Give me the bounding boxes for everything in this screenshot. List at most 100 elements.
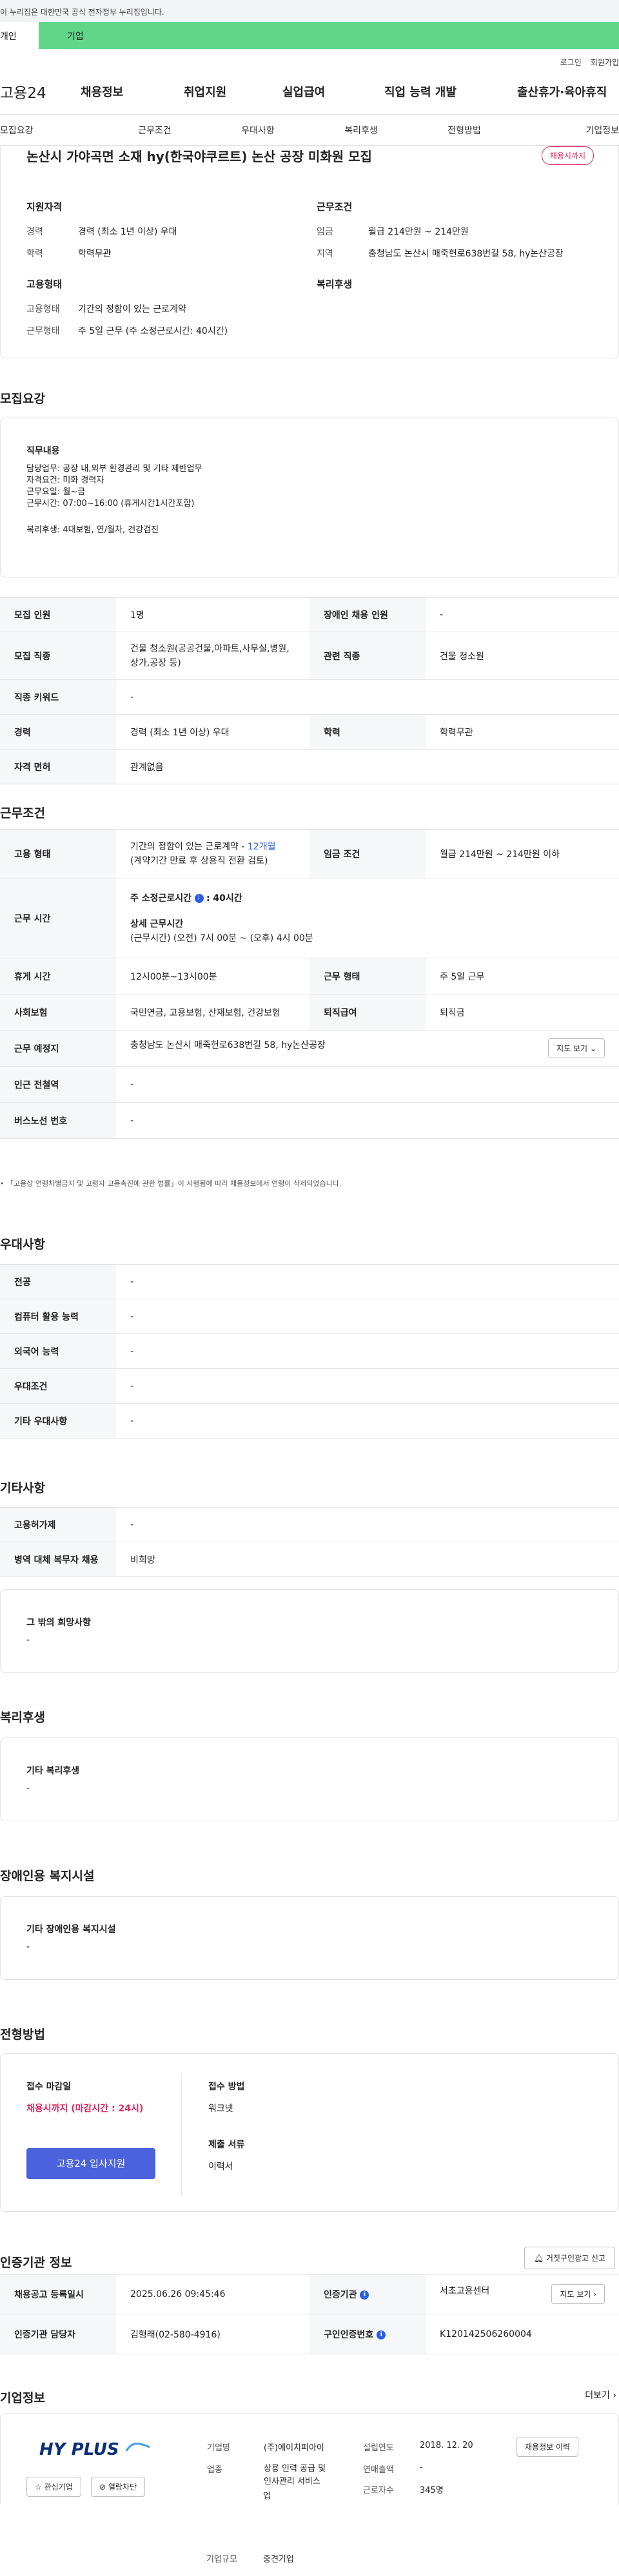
- table-value: -: [116, 1368, 619, 1404]
- map-button[interactable]: 지도 보기 ⌄: [548, 1038, 605, 1058]
- org-map-button[interactable]: 지도 보기 ›: [551, 2284, 605, 2304]
- table-key: 인증기관 i: [310, 2274, 426, 2314]
- table-row: 기타 우대사항 -: [0, 1403, 619, 1438]
- block-button[interactable]: ⊘ 열람차단: [91, 2477, 146, 2497]
- table-row: 근무 시간 주 소정근로시간 i : 40시간 상세 근무시간 (근무시간) (…: [0, 878, 619, 958]
- tab-business[interactable]: 기업: [39, 22, 619, 49]
- work-pref-section: 근무조건 고용 형태 기간의 정함이 있는 근로계약 - 12개월 (계약기간 …: [0, 790, 619, 1473]
- table-value: -: [116, 1403, 619, 1438]
- table-key: 사회보험: [0, 994, 116, 1031]
- welfare-block: 복리후생: [317, 277, 352, 302]
- jobs-history-button[interactable]: 채용정보 이력: [516, 2437, 579, 2457]
- table-row: 모집 인원 1명 장애인 채용 인원 -: [0, 597, 619, 632]
- signup-link[interactable]: 회원가입: [591, 57, 619, 68]
- table-key: 기타 우대사항: [0, 1403, 116, 1438]
- detail-hours-value: (근무시간) (오전) 7시 00분 ~ (오후) 4시 00분: [130, 933, 313, 944]
- table-row: 사회보험 국민연금, 고용보험, 산재보험, 건강보험 퇴직급여 퇴직금: [0, 994, 619, 1031]
- deadline-title: 접수 마감일: [26, 2082, 72, 2092]
- info-icon[interactable]: i: [377, 2330, 386, 2339]
- emp-months: 12개월: [247, 841, 276, 852]
- table-value: 관계없음: [116, 749, 619, 784]
- cert-section-title: 인증기관 정보: [0, 2256, 72, 2270]
- table-value: 경력 (최소 1년 이상) 우대: [116, 714, 310, 750]
- table-value: -: [116, 1507, 619, 1542]
- subnav-screening[interactable]: 전형방법: [413, 124, 516, 137]
- screen-box: 접수 마감일 채용시까지 (마감시간 : 24시) 고용24 입사지원 접수 방…: [0, 2053, 619, 2212]
- work-table: 고용 형태 기간의 정함이 있는 근로계약 - 12개월 (계약기간 만료 후 …: [0, 829, 619, 1139]
- screen-divider: [181, 2073, 182, 2196]
- emp-type-text: 기간의 정함이 있는 근로계약 -: [130, 841, 248, 852]
- job-value-line1: 건물 청소원(공공건물,아파트,사무실,병원,: [130, 643, 290, 654]
- table-value: 주 5일 근무: [426, 958, 619, 994]
- table-row: 근무 예정지 충청남도 논산시 매죽헌로638번길 58, hy논산공장 지도 …: [0, 1030, 619, 1067]
- sales-value: -: [420, 2463, 423, 2472]
- docs-value: 이력서: [208, 2162, 233, 2172]
- site-logo[interactable]: 고용24: [0, 81, 81, 102]
- emp-type-value: 기간의 정함이 있는 근로계약: [78, 304, 186, 315]
- chevron-right-icon: ›: [593, 2290, 596, 2299]
- apply-button[interactable]: 고용24 입사지원: [26, 2148, 155, 2179]
- table-key: 전공: [0, 1264, 116, 1299]
- favorite-button[interactable]: ☆ 관심기업: [26, 2477, 81, 2497]
- table-row: 고용 형태 기간의 정함이 있는 근로계약 - 12개월 (계약기간 만료 후 …: [0, 829, 619, 878]
- tab-personal[interactable]: 개인: [0, 22, 39, 49]
- table-row: 휴게 시간 12시00분~13시00분 근무 형태 주 5일 근무: [0, 958, 619, 994]
- biz-line2: 인사관리 서비스: [264, 2477, 320, 2486]
- cert-num-key: 구인인증번호: [324, 2329, 374, 2340]
- subnav-preference[interactable]: 우대사항: [206, 124, 310, 137]
- etc-section-title: 기타사항: [0, 1481, 45, 1495]
- qual-title: 지원자격: [26, 201, 63, 213]
- section-nav: 모집요강 근무조건 우대사항 복리후생 전형방법 기업정보: [0, 115, 619, 146]
- gnb-item-jobs[interactable]: 채용정보: [81, 83, 184, 100]
- table-key: 장애인 채용 인원: [310, 597, 426, 632]
- table-key: 인근 전철역: [0, 1066, 116, 1103]
- table-value: -: [116, 1264, 619, 1299]
- table-key: 자격 면허: [0, 749, 116, 784]
- table-row: 채용공고 등록일시 2025.06.26 09:45:46 인증기관 i 서초고…: [0, 2274, 619, 2314]
- duty-line: 근무시간: 07:00~16:00 (휴게시간1시간포함): [26, 499, 195, 508]
- detail-hours-label: 상세 근무시간: [130, 918, 184, 929]
- emp-shape-value: 주 5일 근무 (주 소정근로시간: 40시간): [78, 326, 228, 336]
- table-value: 퇴직금: [426, 994, 619, 1031]
- table-key: 근무 시간: [0, 878, 116, 958]
- info-icon[interactable]: i: [194, 893, 204, 903]
- subnav-conditions[interactable]: 근무조건: [103, 124, 206, 137]
- subnav-welfare[interactable]: 복리후생: [310, 124, 413, 137]
- table-row: 인증기관 담당자 김형래(02-580-4916) 구인인증번호 i K1201…: [0, 2314, 619, 2354]
- info-icon[interactable]: i: [360, 2290, 369, 2300]
- welfare-summary-title: 복리후생: [317, 278, 353, 290]
- biz-line3: 업: [263, 2492, 271, 2501]
- gnb-item-leave[interactable]: 출산휴가·육아휴직: [517, 83, 607, 100]
- table-key: 컴퓨터 활용 능력: [0, 1299, 116, 1334]
- table-row: 전공 -: [0, 1264, 619, 1299]
- table-value: 서초고용센터 지도 보기 ›: [426, 2274, 619, 2314]
- table-key: 관련 직종: [310, 632, 426, 680]
- subnav-company[interactable]: 기업정보: [516, 124, 619, 137]
- table-key: 모집 직종: [0, 632, 116, 680]
- util-links: 로그인 회원가입: [0, 49, 619, 68]
- wave-icon: [125, 2443, 150, 2452]
- company-more-label: 더보기: [585, 2390, 610, 2401]
- subnav-recruit[interactable]: 모집요강: [0, 124, 103, 137]
- cond-block: 근무조건 임금 월급 214만원 ~ 214만원 지역 충청남도 논산시 매죽헌로6…: [317, 200, 600, 269]
- gnb-item-employment[interactable]: 취업지원: [184, 83, 282, 100]
- table-key: 근무 형태: [310, 958, 426, 994]
- weekly-hours-value: : 40시간: [206, 893, 242, 904]
- org-map-label: 지도 보기: [560, 2290, 591, 2299]
- welfare-box-value: -: [26, 1783, 30, 1794]
- company-logo-text: HY PLUS: [39, 2440, 119, 2459]
- table-key: 임금 조건: [310, 829, 426, 878]
- table-row: 버스노선 번호 -: [0, 1102, 619, 1139]
- deadline-value: 채용시까지 (마감시간 : 24시): [26, 2104, 144, 2114]
- report-button[interactable]: 🔔︎ 거짓구인광고 신고: [524, 2247, 615, 2269]
- favorite-label: 관심기업: [44, 2483, 73, 2492]
- company-logo: HY PLUS: [39, 2439, 151, 2459]
- company-more-link[interactable]: 더보기 ›: [585, 2388, 616, 2401]
- recruit-section-title: 모집요강: [0, 392, 45, 406]
- gov-banner: 이 누리집은 대한민국 공식 전자정부 누리집입니다.: [0, 0, 619, 22]
- gnb-item-training[interactable]: 직업 능력 개발: [384, 83, 517, 100]
- gnb-item-benefit[interactable]: 실업급여: [282, 83, 384, 100]
- block-label: 열람차단: [108, 2483, 137, 2492]
- login-link[interactable]: 로그인: [560, 57, 582, 68]
- work-place-value: 충청남도 논산시 매죽헌로638번길 58, hy논산공장: [130, 1040, 326, 1051]
